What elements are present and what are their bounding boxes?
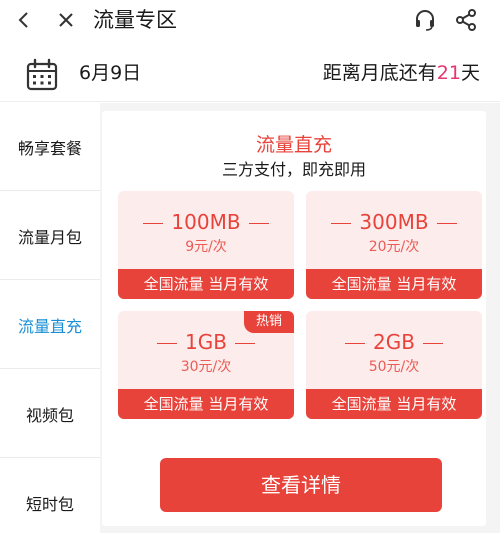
package-amount: 100MB	[171, 210, 241, 234]
section-subtitle: 三方支付，即充即用	[221, 160, 366, 179]
current-date: 6月9日	[79, 62, 142, 84]
share-icon[interactable]	[452, 6, 480, 34]
package-price: 20元/次	[368, 239, 420, 255]
main-content: 流量直充 三方支付，即充即用 100MB 9元/次 全国流量 当月有效 300M…	[100, 103, 500, 533]
customer-service-icon[interactable]	[410, 6, 440, 34]
package-footer: 全国流量 当月有效	[118, 389, 294, 419]
sidebar-item-short-term-pack[interactable]: 短时包	[0, 459, 100, 533]
date-bar: 6月9日 距离月底还有21天	[0, 46, 500, 102]
section-title: 流量直充	[255, 134, 332, 156]
package-card-1gb[interactable]: 热销 1GB 30元/次 全国流量 当月有效	[118, 311, 294, 419]
sidebar-item-monthly-pack[interactable]: 流量月包	[0, 192, 100, 280]
package-amount: 1GB	[185, 330, 227, 354]
view-details-button[interactable]: 查看详情	[160, 458, 442, 512]
sidebar-item-video-pack[interactable]: 视频包	[0, 370, 100, 458]
calendar-icon	[25, 58, 59, 92]
package-card-300mb[interactable]: 300MB 20元/次 全国流量 当月有效	[306, 191, 482, 299]
days-remaining-count: 21	[436, 62, 461, 84]
top-nav-bar: 流量专区	[0, 0, 500, 40]
package-footer: 全国流量 当月有效	[306, 389, 482, 419]
package-card-100mb[interactable]: 100MB 9元/次 全国流量 当月有效	[118, 191, 294, 299]
package-amount: 300MB	[359, 210, 429, 234]
page-title: 流量专区	[93, 8, 177, 32]
days-remaining-suffix: 天	[460, 62, 480, 84]
topup-panel: 流量直充 三方支付，即充即用 100MB 9元/次 全国流量 当月有效 300M…	[102, 111, 486, 526]
back-icon[interactable]	[12, 6, 34, 34]
package-footer: 全国流量 当月有效	[118, 269, 294, 299]
package-price: 9元/次	[185, 239, 227, 255]
package-price: 30元/次	[180, 359, 232, 375]
days-remaining-prefix: 距离月底还有	[322, 62, 437, 84]
close-icon[interactable]	[55, 6, 77, 34]
sidebar-item-unlimited-plan[interactable]: 畅享套餐	[0, 103, 100, 191]
sidebar-item-direct-topup[interactable]: 流量直充	[0, 281, 100, 369]
package-footer: 全国流量 当月有效	[306, 269, 482, 299]
days-remaining: 距离月底还有21天	[323, 60, 480, 86]
category-sidebar: 畅享套餐 流量月包 流量直充 视频包 短时包	[0, 103, 100, 533]
package-card-2gb[interactable]: 2GB 50元/次 全国流量 当月有效	[306, 311, 482, 419]
package-amount: 2GB	[373, 330, 415, 354]
package-price: 50元/次	[368, 359, 420, 375]
